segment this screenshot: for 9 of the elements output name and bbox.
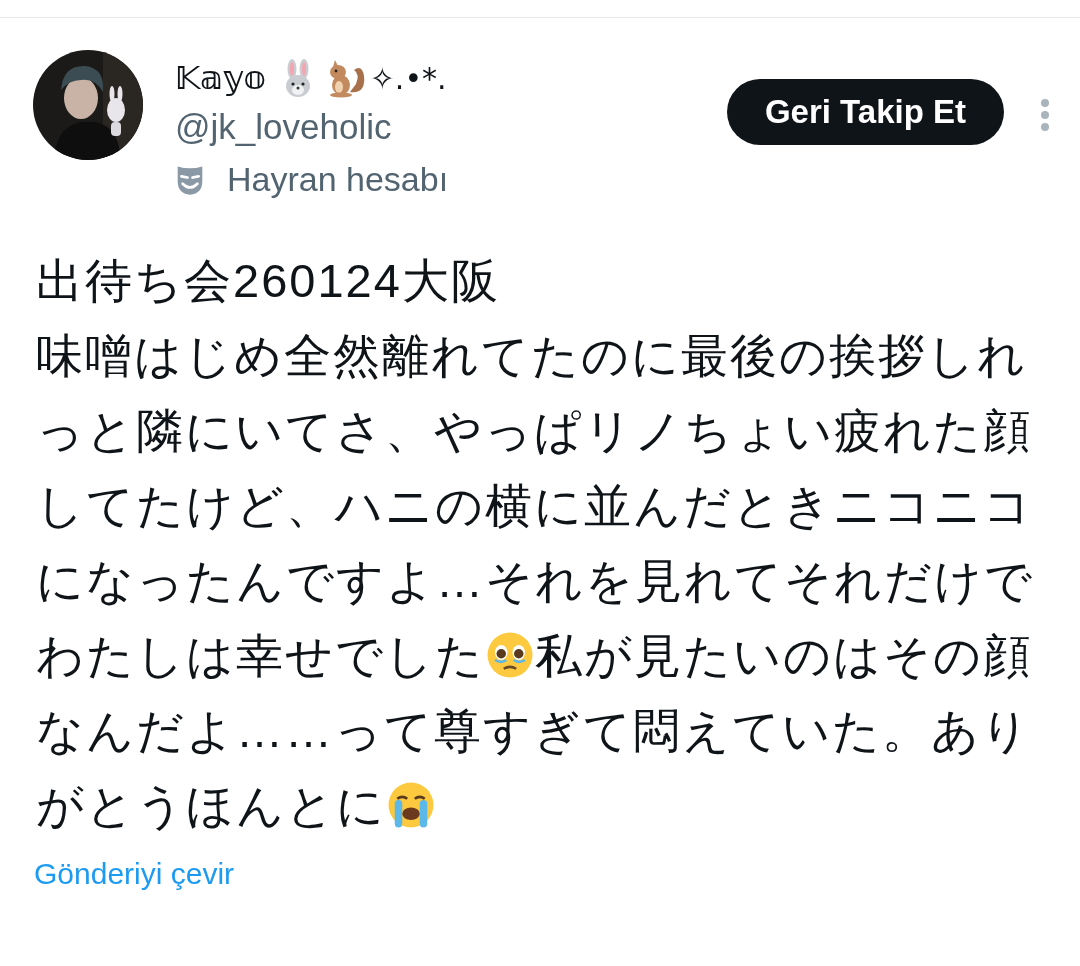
crying-face-icon <box>386 780 436 830</box>
follow-back-button[interactable]: Geri Takip Et <box>726 79 1004 145</box>
name-decoration: ✧.•*. <box>369 60 447 96</box>
pleading-face-icon <box>485 630 535 680</box>
user-handle[interactable]: @jk_loveholic <box>175 104 727 150</box>
post-text: 出待ち会260124大阪 味噌はじめ全然離れてたのに最後の挨拶しれっと隣にいてさ、やっぱリノちょい疲れた顔してたけど、ハニの横に並んだときニコニコになったんですよ…それを見れてそれだけでわたしは幸せでした 私が見たいのはその顔なんだよ……って尊すぎて悶えていた。ありがとうほんとに <box>36 253 1035 834</box>
user-name[interactable]: 𝕂𝕒𝕪𝕠 <box>175 59 266 97</box>
account-label: Hayran hesabı <box>227 160 449 199</box>
more-icon[interactable] <box>1040 98 1050 132</box>
